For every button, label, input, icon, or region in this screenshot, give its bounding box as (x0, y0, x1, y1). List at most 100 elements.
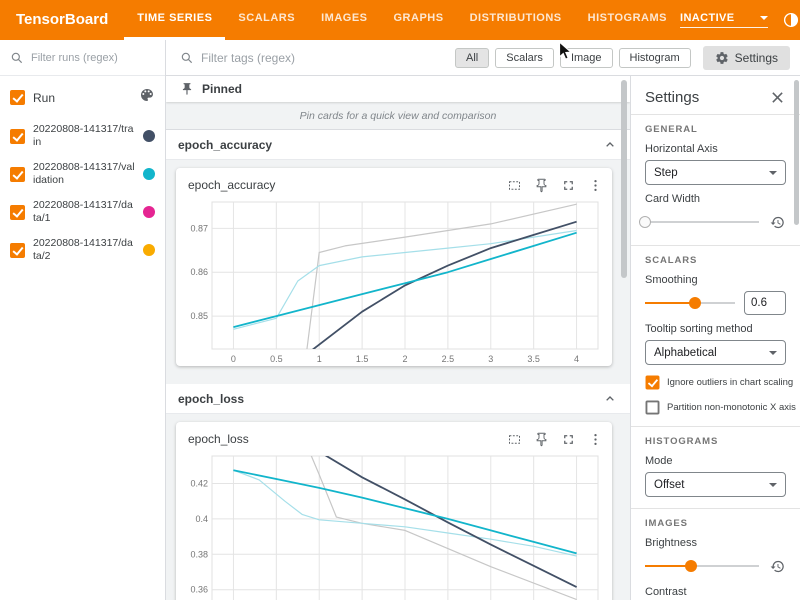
histogram-mode-select[interactable]: Offset (645, 472, 786, 497)
runs-filter-row (0, 40, 165, 76)
pinned-header: Pinned (166, 76, 630, 102)
pin-card-icon[interactable] (532, 430, 550, 448)
slider-thumb[interactable] (689, 297, 701, 309)
smoothing-row (645, 291, 786, 315)
card-width-slider[interactable] (645, 215, 759, 229)
tooltip-sort-value: Alphabetical (654, 347, 717, 359)
runs-column-header: Run (0, 76, 165, 117)
fit-domain-icon[interactable] (505, 430, 523, 448)
epoch-accuracy-chart[interactable]: 00.511.522.533.540.850.860.87 (178, 196, 608, 366)
tab-graphs[interactable]: GRAPHS (381, 0, 457, 40)
chevron-down-icon (769, 483, 777, 487)
run-checkbox[interactable] (10, 243, 25, 258)
slider-thumb[interactable] (685, 560, 697, 572)
run-list-item[interactable]: 20220808-141317/data/2 (0, 231, 165, 269)
tab-time-series[interactable]: TIME SERIES (124, 0, 225, 40)
run-list-item[interactable]: 20220808-141317/validation (0, 155, 165, 193)
section-header-epoch-accuracy[interactable]: epoch_accuracy (166, 130, 630, 160)
svg-text:0.86: 0.86 (190, 267, 208, 277)
ignore-outliers-checkbox[interactable] (646, 376, 660, 390)
filter-runs-input[interactable] (31, 52, 143, 64)
run-list-item[interactable]: 20220808-141317/train (0, 117, 165, 155)
fullscreen-icon[interactable] (559, 176, 577, 194)
card-toolbar (505, 176, 604, 194)
svg-text:3.5: 3.5 (527, 354, 540, 364)
section-heading: IMAGES (645, 518, 786, 529)
slider-thumb[interactable] (639, 216, 651, 228)
horizontal-axis-value: Step (654, 167, 678, 179)
brightness-slider[interactable] (645, 559, 759, 573)
tooltip-sort-select[interactable]: Alphabetical (645, 340, 786, 365)
tensorboard-app: TensorBoard TIME SERIES SCALARS IMAGES G… (0, 0, 800, 600)
chevron-down-icon (760, 16, 768, 20)
reload-status-dropdown[interactable]: INACTIVE (680, 12, 768, 28)
svg-text:3: 3 (488, 354, 493, 364)
chevron-down-icon (769, 171, 777, 175)
run-checkbox[interactable] (10, 167, 25, 182)
cards-scroll-area: Pinned Pin cards for a quick view and co… (166, 76, 630, 600)
tab-images[interactable]: IMAGES (308, 0, 380, 40)
app-title: TensorBoard (0, 0, 124, 40)
horizontal-axis-select[interactable]: Step (645, 160, 786, 185)
fullscreen-icon[interactable] (559, 430, 577, 448)
pin-card-icon[interactable] (532, 176, 550, 194)
runs-sidebar: Run 20220808-141317/train 20220808-14131… (0, 40, 166, 600)
settings-scrollbar[interactable] (794, 80, 799, 225)
histogram-mode-value: Offset (654, 479, 684, 491)
run-checkbox[interactable] (10, 129, 25, 144)
partition-x-axis-row[interactable]: Partition non-monotonic X axis (645, 400, 786, 415)
settings-section-general: GENERAL Horizontal Axis Step Card Width (631, 115, 800, 245)
chip-scalars[interactable]: Scalars (495, 48, 554, 68)
card-zone: epoch_accuracy 00.511.522.533.540.850.86… (166, 160, 630, 384)
tooltip-sort-label: Tooltip sorting method (645, 323, 786, 335)
more-options-icon[interactable] (586, 176, 604, 194)
palette-icon[interactable] (139, 87, 155, 108)
smoothing-value-input[interactable] (744, 291, 786, 315)
reset-brightness-icon[interactable] (768, 557, 786, 575)
svg-text:0.4: 0.4 (195, 514, 208, 524)
chevron-up-icon[interactable] (602, 391, 618, 407)
svg-text:2: 2 (402, 354, 407, 364)
section-title: epoch_loss (178, 392, 244, 406)
pin-icon (180, 82, 194, 96)
partition-x-axis-label: Partition non-monotonic X axis (667, 402, 796, 413)
svg-text:4: 4 (574, 354, 579, 364)
theme-toggle-icon[interactable] (781, 10, 800, 30)
tags-toolbar: All Scalars Image Histogram Settings (166, 40, 800, 76)
epoch-loss-chart[interactable]: 00.511.522.533.540.360.380.40.42 (178, 450, 608, 600)
smoothing-slider[interactable] (645, 296, 735, 310)
settings-section-images: IMAGES Brightness Contrast (631, 509, 800, 600)
close-icon[interactable] (768, 88, 786, 106)
run-color-dot (143, 168, 155, 180)
run-checkbox[interactable] (10, 205, 25, 220)
reset-card-width-icon[interactable] (768, 213, 786, 231)
section-header-epoch-loss[interactable]: epoch_loss (166, 384, 630, 414)
more-options-icon[interactable] (586, 430, 604, 448)
card-title: epoch_loss (188, 432, 249, 446)
ignore-outliers-label: Ignore outliers in chart scaling (667, 377, 793, 388)
section-title: epoch_accuracy (178, 138, 272, 152)
header-actions: INACTIVE ? (680, 0, 800, 40)
content-scrollbar[interactable] (621, 80, 627, 278)
svg-text:0.5: 0.5 (270, 354, 283, 364)
svg-text:0: 0 (231, 354, 236, 364)
fit-domain-icon[interactable] (505, 176, 523, 194)
settings-button[interactable]: Settings (703, 46, 790, 70)
ignore-outliers-row[interactable]: Ignore outliers in chart scaling (645, 375, 786, 390)
tab-histograms[interactable]: HISTOGRAMS (575, 0, 680, 40)
run-color-dot (143, 130, 155, 142)
svg-text:1.5: 1.5 (356, 354, 369, 364)
tab-distributions[interactable]: DISTRIBUTIONS (457, 0, 575, 40)
chevron-up-icon[interactable] (602, 137, 618, 153)
run-list-item[interactable]: 20220808-141317/data/1 (0, 193, 165, 231)
filter-tags-input[interactable] (201, 51, 351, 65)
scalar-card-epoch-loss: epoch_loss 00.511.522.533.540.360.380.40… (176, 422, 612, 600)
section-heading: SCALARS (645, 255, 786, 266)
tab-scalars[interactable]: SCALARS (225, 0, 308, 40)
chip-histogram[interactable]: Histogram (619, 48, 691, 68)
run-name: 20220808-141317/data/2 (33, 237, 135, 263)
chip-image[interactable]: Image (560, 48, 613, 68)
select-all-runs-checkbox[interactable] (10, 90, 25, 105)
chip-all[interactable]: All (455, 48, 489, 68)
partition-x-axis-checkbox[interactable] (646, 401, 660, 415)
